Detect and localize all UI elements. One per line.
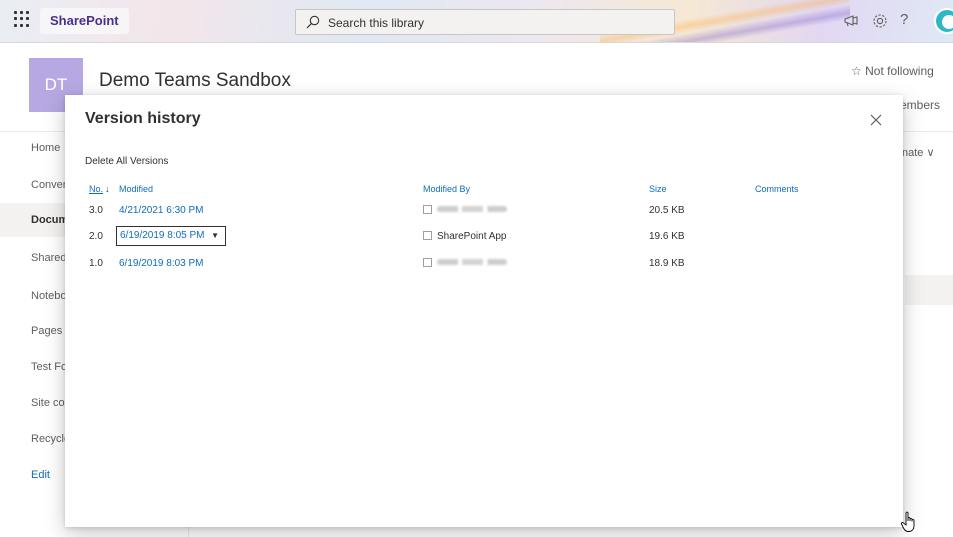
command-bar-partial-label: nate [902,147,924,159]
dialog-title: Version history [85,110,201,127]
help-button[interactable]: ? [900,11,908,28]
version-row: 1.0 6/19/2019 8:03 PM 18.9 KB [65,254,903,278]
follow-label: Not following [865,64,934,78]
search-input[interactable] [326,13,660,33]
version-modified-by[interactable] [423,258,507,269]
app-launcher-icon[interactable] [14,11,30,27]
feedback-megaphone-icon[interactable] [842,12,860,30]
version-size: 19.6 KB [649,231,685,242]
version-modified-by[interactable]: SharePoint App [423,231,507,242]
members-link[interactable]: embers [900,98,940,112]
column-header-modified-by[interactable]: Modified By [423,184,470,194]
close-icon[interactable] [867,111,885,129]
column-header-size[interactable]: Size [649,184,667,194]
command-bar-partial[interactable]: nate ∨ [902,146,935,159]
redacted-name [437,206,507,212]
version-row: 3.0 4/21/2021 6:30 PM 20.5 KB [65,201,903,225]
user-avatar[interactable] [934,8,953,34]
settings-gear-icon[interactable] [871,12,889,30]
avatar-face-icon [942,15,953,29]
version-number: 3.0 [89,205,103,216]
chevron-down-icon: ∨ [926,147,935,159]
column-header-number-label: No. [89,184,104,194]
caret-down-icon[interactable]: ▼ [211,227,219,245]
version-modified-by[interactable] [423,205,507,216]
delete-all-versions-button[interactable]: Delete All Versions [85,156,168,167]
star-icon: ☆ [851,64,862,78]
version-size: 18.9 KB [649,258,685,269]
version-row: 2.0 6/19/2019 8:05 PM ▼ SharePoint App 1… [65,226,903,251]
column-header-comments[interactable]: Comments [755,184,799,194]
version-modified-dropdown[interactable]: 6/19/2019 8:05 PM ▼ [116,226,226,246]
selected-row-highlight [905,275,953,305]
person-icon [423,205,432,214]
column-header-modified[interactable]: Modified [119,184,153,194]
column-header-number[interactable]: No. ↓ [89,184,110,194]
suite-bar: SharePoint ? [0,0,953,43]
follow-button[interactable]: ☆ Not following [851,64,934,78]
search-icon [306,15,320,29]
site-title[interactable]: Demo Teams Sandbox [99,70,291,92]
redacted-name [437,259,507,265]
version-modified-link[interactable]: 6/19/2019 8:03 PM [119,258,204,269]
version-modified-link[interactable]: 6/19/2019 8:05 PM [120,230,205,241]
search-box[interactable] [295,9,675,35]
version-size: 20.5 KB [649,205,685,216]
modified-by-name: SharePoint App [437,231,507,242]
version-number: 1.0 [89,258,103,269]
person-icon [423,258,432,267]
person-icon [423,231,432,240]
hand-pointer-cursor-icon [900,511,915,532]
version-number: 2.0 [89,231,103,242]
version-modified-link[interactable]: 4/21/2021 6:30 PM [119,205,204,216]
version-history-dialog: Version history Delete All Versions No. ↓… [65,95,903,527]
sort-descending-icon: ↓ [105,184,110,194]
app-name-link[interactable]: SharePoint [40,8,129,34]
